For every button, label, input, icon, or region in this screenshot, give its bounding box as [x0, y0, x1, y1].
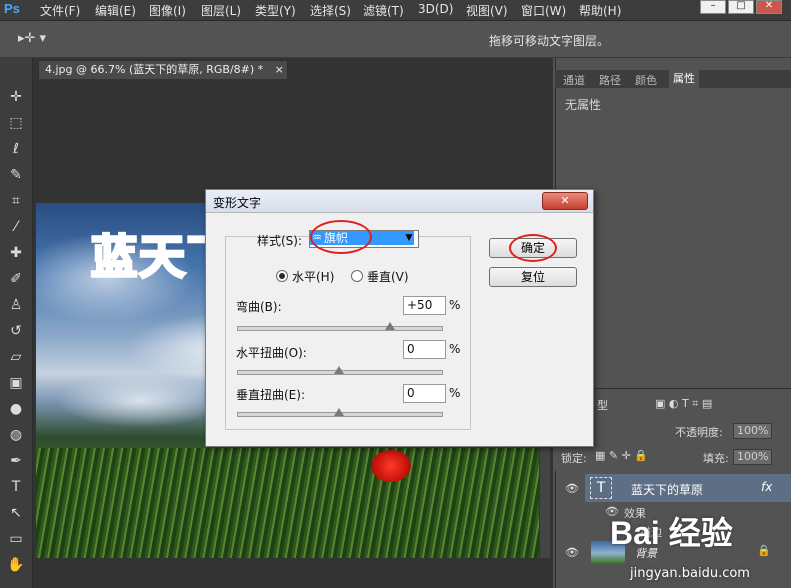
menu-image[interactable]: 图像(I) — [149, 2, 186, 19]
dialog-close-button[interactable]: ✕ — [542, 192, 588, 210]
eyedropper-icon[interactable]: ⁄ — [5, 216, 27, 238]
hand-tool-icon[interactable]: ✋ — [5, 554, 27, 576]
reset-button[interactable]: 复位 — [489, 267, 577, 287]
lock-label: 锁定: — [561, 452, 587, 465]
v-distort-label: 垂直扭曲(E): — [236, 388, 305, 402]
move-tool-icon[interactable]: ▸✛ ▾ — [18, 31, 46, 46]
lock-icon: 🔒 — [757, 544, 771, 557]
tab-channels[interactable]: 通道 — [563, 72, 585, 88]
baidu-watermark-logo: Bai 经验 — [610, 515, 733, 551]
text-layer-icon: T — [590, 477, 612, 499]
dialog-title: 变形文字 — [213, 196, 262, 210]
photoshop-logo: Ps — [4, 1, 20, 16]
bend-unit: % — [449, 298, 461, 312]
bend-label: 弯曲(B): — [236, 300, 282, 314]
filter-icons[interactable]: ▣ ◐ T ⌗ ▤ — [655, 397, 712, 411]
menu-type[interactable]: 类型(Y) — [255, 2, 296, 19]
h-distort-unit: % — [449, 342, 461, 356]
v-distort-unit: % — [449, 386, 461, 400]
h-distort-slider-thumb[interactable] — [334, 366, 344, 374]
menu-filter[interactable]: 滤镜(T) — [363, 2, 404, 19]
warp-text-dialog: 变形文字 ✕ 样式(S): 旗帜 ♒ ▼ 水平(H) 垂直(V) 弯曲(B): … — [205, 189, 594, 447]
bend-slider[interactable] — [237, 326, 443, 331]
quick-select-icon[interactable]: ✎ — [5, 164, 27, 186]
menu-window[interactable]: 窗口(W) — [521, 2, 566, 19]
menu-layer[interactable]: 图层(L) — [201, 2, 241, 19]
eye-icon[interactable]: 👁 — [565, 482, 579, 495]
horizontal-label[interactable]: 水平(H) — [292, 268, 334, 285]
style-label: 样式(S): — [257, 234, 303, 248]
minimize-button[interactable]: – — [700, 0, 726, 14]
dialog-titlebar: 变形文字 ✕ — [206, 190, 593, 213]
tab-properties[interactable]: 属性 — [669, 70, 699, 88]
layer-kind-filter[interactable]: 型 — [597, 397, 608, 413]
bend-slider-thumb[interactable] — [385, 322, 395, 330]
fill-input[interactable]: 100% — [733, 449, 772, 465]
menu-select[interactable]: 选择(S) — [310, 2, 351, 19]
brush-tool-icon[interactable]: ✐ — [5, 268, 27, 290]
menu-bar: Ps 文件(F) 编辑(E) 图像(I) 图层(L) 类型(Y) 选择(S) 滤… — [0, 0, 791, 21]
history-brush-icon[interactable]: ↺ — [5, 320, 27, 342]
options-hint: 拖移可移动文字图层。 — [488, 34, 609, 48]
type-tool-icon[interactable]: T — [5, 476, 27, 498]
healing-brush-icon[interactable]: ✚ — [5, 242, 27, 264]
blur-tool-icon[interactable]: ● — [5, 398, 27, 420]
vertical-radio[interactable] — [351, 270, 363, 282]
highlight-ring-ok — [509, 234, 557, 262]
tab-color[interactable]: 颜色 — [635, 72, 657, 88]
menu-file[interactable]: 文件(F) — [40, 2, 80, 19]
bend-input[interactable]: +50 — [403, 296, 446, 315]
document-tab-title: 4.jpg @ 66.7% (蓝天下的草原, RGB/8#) * — [45, 63, 264, 76]
pen-tool-icon[interactable]: ✒ — [5, 450, 27, 472]
eye-icon[interactable]: 👁 — [565, 546, 579, 559]
close-window-button[interactable]: ✕ — [756, 0, 782, 14]
v-distort-slider-thumb[interactable] — [334, 408, 344, 416]
h-distort-input[interactable]: 0 — [403, 340, 446, 359]
opacity-label: 不透明度: — [675, 426, 723, 439]
panel-tabs: 通道 路径 颜色 属性 — [555, 70, 791, 88]
horizontal-radio[interactable] — [276, 270, 288, 282]
opacity-input[interactable]: 100% — [733, 423, 772, 439]
v-distort-input[interactable]: 0 — [403, 384, 446, 403]
highlight-ring-style — [310, 220, 372, 254]
vertical-label[interactable]: 垂直(V) — [367, 268, 409, 285]
fx-icon[interactable]: fx — [761, 480, 772, 494]
marquee-tool-icon[interactable]: ⬚ — [5, 112, 27, 134]
lock-icons[interactable]: ▦ ✎ ✛ 🔒 — [595, 449, 648, 462]
shape-tool-icon[interactable]: ▭ — [5, 528, 27, 550]
gradient-tool-icon[interactable]: ▣ — [5, 372, 27, 394]
clone-stamp-icon[interactable]: ♙ — [5, 294, 27, 316]
grass — [36, 448, 539, 558]
menu-3d[interactable]: 3D(D) — [418, 2, 453, 16]
h-distort-label: 水平扭曲(O): — [236, 346, 307, 360]
dodge-tool-icon[interactable]: ◍ — [5, 424, 27, 446]
tab-paths[interactable]: 路径 — [599, 72, 621, 88]
maximize-button[interactable]: □ — [728, 0, 754, 14]
eraser-tool-icon[interactable]: ▱ — [5, 346, 27, 368]
move-tool-icon[interactable]: ✛ — [5, 86, 27, 108]
menu-help[interactable]: 帮助(H) — [579, 2, 621, 19]
chevron-down-icon[interactable]: ▼ — [402, 231, 416, 245]
menu-view[interactable]: 视图(V) — [466, 2, 508, 19]
options-bar: ▸✛ ▾ 拖移可移动文字图层。 — [0, 21, 791, 58]
document-tab[interactable]: 4.jpg @ 66.7% (蓝天下的草原, RGB/8#) * × — [38, 60, 288, 79]
baidu-watermark-url: jingyan.baidu.com — [630, 566, 750, 581]
menu-edit[interactable]: 编辑(E) — [95, 2, 136, 19]
no-properties-label: 无属性 — [565, 98, 602, 112]
crop-tool-icon[interactable]: ⌗ — [5, 190, 27, 212]
fill-label: 填充: — [703, 452, 729, 465]
layer-row-text[interactable]: T 蓝天下的草原 fx — [585, 474, 791, 502]
red-poppy — [371, 450, 411, 482]
layer-name: 蓝天下的草原 — [631, 483, 704, 497]
lasso-tool-icon[interactable]: ℓ — [5, 138, 27, 160]
tools-panel: ✛ ⬚ ℓ ✎ ⌗ ⁄ ✚ ✐ ♙ ↺ ▱ ▣ ● ◍ ✒ T ↖ ▭ ✋ — [0, 58, 33, 588]
close-tab-icon[interactable]: × — [275, 63, 284, 76]
path-select-icon[interactable]: ↖ — [5, 502, 27, 524]
cloud — [56, 373, 226, 428]
